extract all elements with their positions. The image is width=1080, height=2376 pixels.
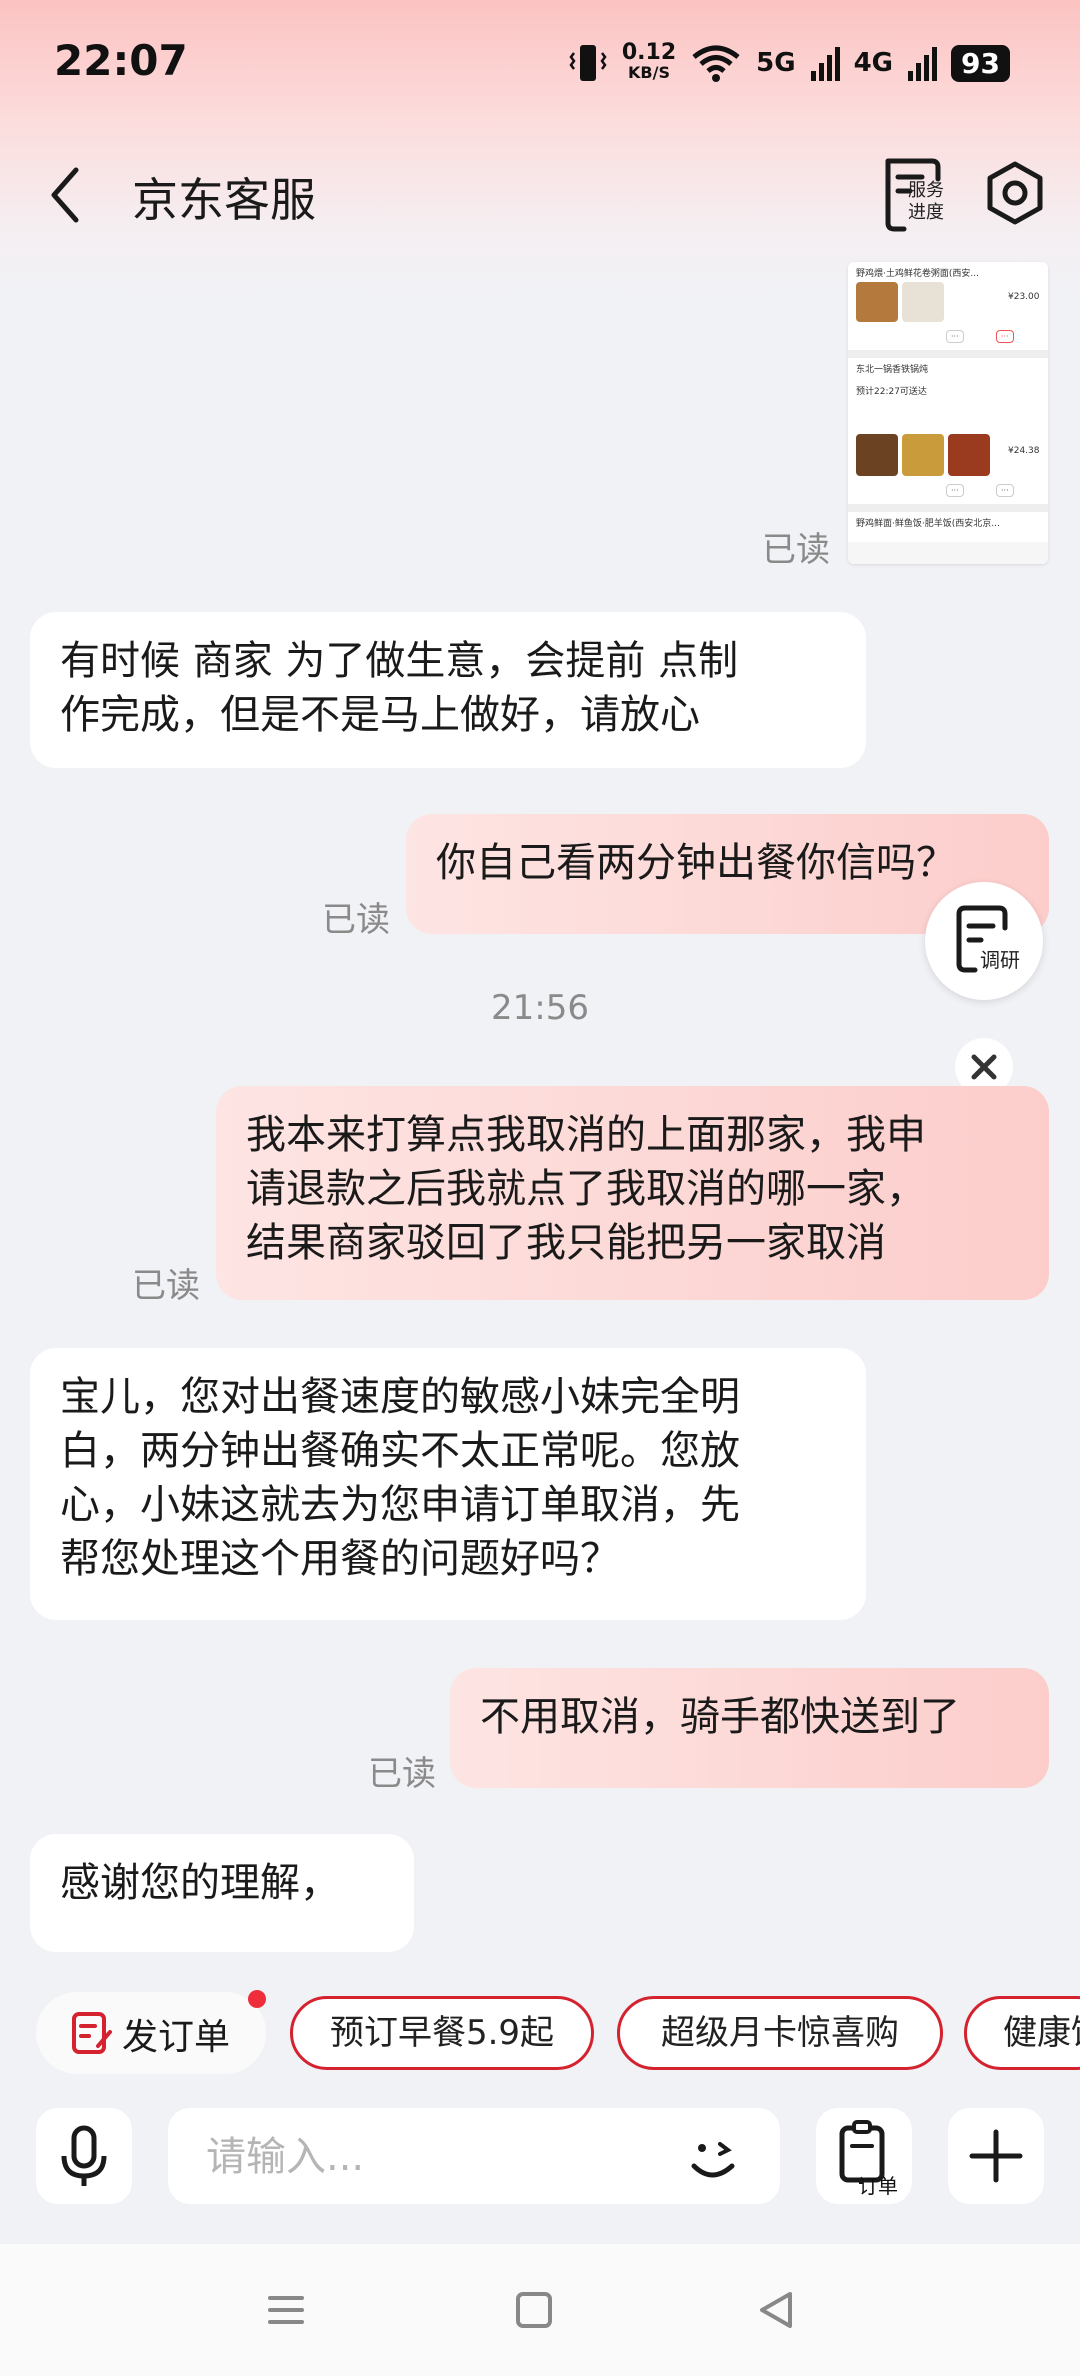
thumb-food-image (856, 282, 898, 322)
order-button-label[interactable]: 订单 (858, 2170, 898, 2199)
thumb-navbar (848, 542, 1048, 564)
message-text-line: 结果商家驳回了我只能把另一家取消 (246, 1220, 886, 1266)
chat-input-bar: 订单 (0, 2100, 1080, 2230)
message-text-line: 宝儿，您对出餐速度的敏感小妹完全明 (60, 1374, 740, 1420)
thumb-button: ··· (996, 484, 1014, 497)
status-time: 22:07 (54, 36, 188, 85)
home-square-icon[interactable] (504, 2280, 564, 2340)
survey-icon (956, 905, 1008, 973)
chat-timestamp: 21:56 (491, 988, 589, 1028)
thumb-store-2: 东北一锅香铁锅炖 (856, 365, 929, 375)
thumb-food-image (856, 434, 898, 476)
system-nav-bar (0, 2244, 1080, 2376)
status-bar: 22:07 0.12 KB/S 5G 4G 93 (0, 0, 1080, 120)
thumb-button: ··· (946, 330, 964, 343)
battery-level: 93 (951, 44, 1010, 82)
thumb-food-image (948, 434, 990, 476)
thumb-eta: 预计22:27可送达 (856, 387, 927, 397)
quick-action-chips: 发订单 预订早餐5.9起 超级月卡惊喜购 健康饮食 (0, 1990, 1080, 2082)
network-speed-value: 0.12 (621, 40, 677, 65)
signal-4g-label: 4G (853, 48, 894, 78)
network-speed-unit: KB/S (628, 63, 670, 82)
message-text-line: 有时候 商家 为了做生意，会提前 点制 (60, 638, 739, 684)
order-screenshot-image[interactable]: 野鸡煨·土鸡鲜花卷粥面(西安... ¥23.00 ··· ··· 东北一锅香铁锅… (848, 262, 1048, 564)
read-receipt: 已读 (132, 1266, 200, 1306)
service-progress-label[interactable]: 服务进度 (908, 180, 948, 224)
thumb-separator (848, 350, 1048, 358)
wifi-icon (692, 45, 740, 82)
status-icons: 0.12 KB/S 5G 4G 93 (568, 38, 1010, 88)
message-text-line: 帮您处理这个用餐的问题好吗？ (60, 1536, 620, 1582)
settings-gear-icon[interactable] (980, 158, 1050, 233)
back-triangle-icon[interactable] (746, 2280, 806, 2340)
menu-icon[interactable] (256, 2280, 316, 2340)
thumb-store-3: 野鸡鲜面·鲜鱼饭·肥羊饭(西安北京... (856, 519, 1000, 529)
message-text-line: 请退款之后我就点了我取消的哪一家， (246, 1166, 926, 1212)
back-arrow-icon[interactable] (40, 160, 100, 230)
read-receipt: 已读 (322, 900, 390, 940)
agent-message-bubble: 感谢您的理解， (30, 1834, 414, 1952)
message-text-line: 作完成，但是不是马上做好，请放心 (60, 692, 700, 738)
plus-icon (969, 2129, 1023, 2183)
thumb-button: ··· (946, 484, 964, 497)
thumb-price-2: ¥24.38 (1008, 446, 1040, 456)
thumb-food-image (902, 282, 944, 322)
network-speed: 0.12 KB/S (621, 40, 677, 83)
message-input[interactable] (204, 2126, 628, 2188)
chat-header: 京东客服 服务进度 (0, 150, 1080, 240)
agent-message-bubble: 有时候 商家 为了做生意，会提前 点制 作完成，但是不是马上做好，请放心 (30, 612, 866, 768)
chip-monthly-card[interactable]: 超级月卡惊喜购 (617, 1996, 943, 2070)
survey-float-button[interactable] (925, 882, 1043, 1000)
thumb-store-1: 野鸡煨·土鸡鲜花卷粥面(西安... (856, 269, 979, 279)
signal-bars-icon (908, 47, 938, 81)
read-receipt: 已读 (762, 530, 830, 570)
agent-message-bubble: 宝儿，您对出餐速度的敏感小妹完全明 白，两分钟出餐确实不太正常呢。您放 心，小妹… (30, 1348, 866, 1620)
thumb-button: ··· (996, 330, 1014, 343)
message-text: 不用取消，骑手都快送到了 (480, 1694, 960, 1740)
message-text-line: 我本来打算点我取消的上面那家，我申 (246, 1112, 926, 1158)
thumb-separator (848, 504, 1048, 512)
chip-healthy-diet[interactable]: 健康饮食 (964, 1996, 1080, 2070)
vibrate-icon (569, 45, 607, 81)
microphone-icon (61, 2125, 107, 2186)
more-button[interactable] (948, 2108, 1044, 2204)
survey-label[interactable]: 调研 (980, 944, 1020, 973)
message-text-line: 白，两分钟出餐确实不太正常呢。您放 (60, 1428, 740, 1474)
message-input-box[interactable] (168, 2108, 780, 2204)
signal-5g-label: 5G (756, 48, 796, 78)
message-text-line: 心，小妹这就去为您申请订单取消，先 (60, 1482, 740, 1528)
user-message-bubble: 我本来打算点我取消的上面那家，我申 请退款之后我就点了我取消的哪一家， 结果商家… (216, 1086, 1049, 1300)
voice-button[interactable] (36, 2108, 132, 2204)
read-receipt: 已读 (368, 1754, 436, 1794)
order-edit-icon (72, 2012, 112, 2054)
notification-dot (248, 1990, 266, 2008)
signal-bars-icon (810, 47, 840, 81)
chip-send-order-label[interactable]: 发订单 (122, 2008, 230, 2060)
thumb-food-image (902, 434, 944, 476)
message-text: 感谢您的理解， (60, 1860, 340, 1906)
emoji-wink-icon[interactable] (678, 2122, 748, 2192)
thumb-price-1: ¥23.00 (1008, 292, 1040, 302)
user-message-bubble: 不用取消，骑手都快送到了 (450, 1668, 1049, 1788)
chip-breakfast[interactable]: 预订早餐5.9起 (290, 1996, 594, 2070)
page-title: 京东客服 (132, 173, 316, 227)
